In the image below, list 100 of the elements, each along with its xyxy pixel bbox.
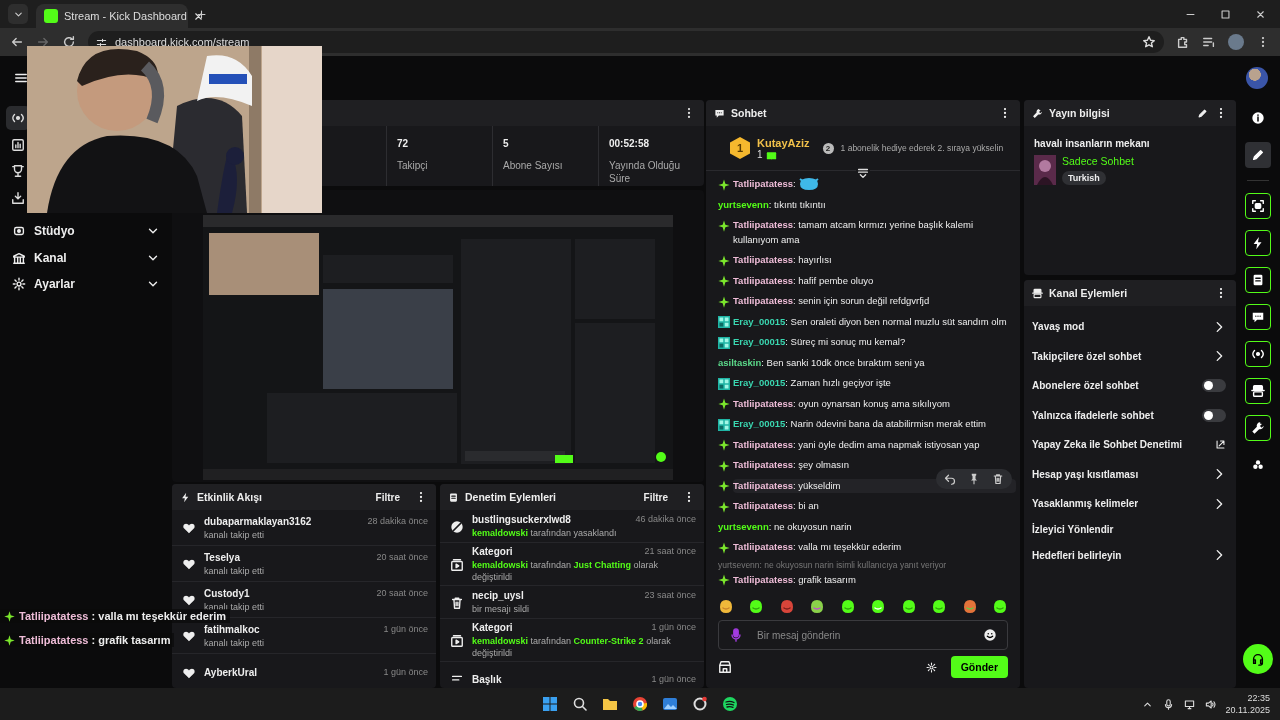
- emoji-icon[interactable]: [983, 628, 997, 642]
- emote-icon[interactable]: [718, 598, 734, 614]
- profile-avatar[interactable]: [1228, 34, 1244, 50]
- emote-icon[interactable]: [839, 598, 856, 614]
- sparkle-badge-icon: [718, 275, 730, 287]
- leader-name[interactable]: KutayAziz: [757, 136, 810, 149]
- maximize-icon[interactable]: [1220, 8, 1231, 20]
- emote-icon[interactable]: [748, 598, 765, 614]
- event-user[interactable]: AyberkUral: [204, 667, 257, 678]
- message-box[interactable]: Bir mesaj gönderin: [718, 620, 1008, 650]
- reload-icon[interactable]: [62, 35, 76, 49]
- emote-icon[interactable]: [870, 598, 887, 614]
- user-avatar[interactable]: [1246, 67, 1268, 89]
- settings-icon[interactable]: [925, 661, 937, 673]
- username-link[interactable]: Tatliipatatess: [733, 479, 793, 491]
- tool-button[interactable]: [1245, 142, 1271, 168]
- microphone-icon[interactable]: [1162, 698, 1174, 710]
- username-link[interactable]: Tatliipatatess: [733, 438, 793, 450]
- monitor-icon[interactable]: [1183, 698, 1195, 710]
- tool-button[interactable]: [1245, 267, 1271, 293]
- search-icon[interactable]: [572, 696, 588, 712]
- channel-action[interactable]: Hedefleri belirleyin: [1032, 549, 1212, 561]
- channel-action[interactable]: Yapay Zeka ile Sohbet Denetimi: [1032, 439, 1215, 451]
- username-link[interactable]: yurtsevenn: [718, 520, 769, 532]
- message-field[interactable]: Bir mesaj gönderin: [755, 628, 971, 642]
- browser-icon[interactable]: [632, 696, 648, 712]
- username-link[interactable]: Tatliipatatess: [733, 178, 793, 189]
- layout-icon: [1032, 287, 1043, 299]
- username-link[interactable]: Tatliipatatess: [733, 274, 793, 286]
- star-icon[interactable]: [1142, 35, 1156, 49]
- forward-icon[interactable]: [36, 35, 50, 49]
- event-user[interactable]: Teselya: [204, 551, 240, 563]
- channel-action[interactable]: Yavaş mod: [1032, 321, 1212, 333]
- username-link[interactable]: Tatliipatatess: [733, 573, 793, 585]
- menu-icon[interactable]: [14, 71, 28, 85]
- username-link[interactable]: Tatliipatatess: [733, 295, 793, 306]
- username-link[interactable]: Tatliipatatess: [733, 397, 793, 409]
- nav-button[interactable]: [6, 106, 30, 130]
- pin-icon[interactable]: [968, 473, 980, 486]
- channel-action[interactable]: Yalnızca ifadelerle sohbet: [1032, 409, 1202, 421]
- sidebar-menu-item[interactable]: Ayarlar: [6, 271, 166, 298]
- channel-action[interactable]: Yasaklanmış kelimeler: [1032, 498, 1212, 510]
- tool-button[interactable]: [1245, 193, 1271, 219]
- tool-button[interactable]: [1245, 378, 1271, 404]
- emote-icon[interactable]: [931, 598, 948, 614]
- channel-action[interactable]: Abonelere özel sohbet: [1032, 380, 1202, 392]
- emote-icon[interactable]: [809, 598, 826, 614]
- speaker-icon[interactable]: [1204, 698, 1216, 710]
- send-button[interactable]: Gönder: [950, 656, 1008, 678]
- username-link[interactable]: Tatliipatatess: [733, 254, 793, 265]
- event-user[interactable]: dubaparmaklayan3162: [204, 515, 312, 527]
- filter-button[interactable]: Filtre: [643, 491, 668, 503]
- store-icon[interactable]: [718, 660, 732, 674]
- username-link[interactable]: Tatliipatatess: [733, 541, 793, 552]
- filter-button[interactable]: Filtre: [375, 491, 400, 503]
- emote-icon[interactable]: [991, 598, 1008, 614]
- username-link[interactable]: Tatliipatatess: [733, 219, 793, 230]
- sidebar-menu-item[interactable]: Stüdyo: [6, 218, 166, 245]
- pencil-icon[interactable]: [1197, 107, 1208, 119]
- username-link[interactable]: yurtsevenn: [718, 198, 769, 210]
- sparkle-badge-icon: [718, 295, 730, 308]
- windows-icon[interactable]: [542, 696, 558, 712]
- toggle-switch[interactable]: [1202, 408, 1226, 422]
- address-field[interactable]: dashboard.kick.com/stream: [88, 31, 1164, 53]
- pencil-icon: [1251, 148, 1265, 162]
- sidebar-menu-item[interactable]: Kanal: [6, 244, 166, 271]
- photos-icon[interactable]: [662, 696, 678, 712]
- channel-action[interactable]: Hesap yaşı kısıtlaması: [1032, 468, 1212, 480]
- category-link[interactable]: Sadece Sohbet: [1062, 155, 1134, 167]
- tab-search-button[interactable]: [8, 4, 28, 24]
- event-user[interactable]: fatihmalkoc: [204, 623, 260, 635]
- channel-action[interactable]: Takipçilere özel sohbet: [1032, 350, 1212, 362]
- media-icon[interactable]: [1202, 35, 1216, 49]
- pixel-badge-icon: [718, 316, 730, 328]
- extensions-icon[interactable]: [1176, 35, 1190, 49]
- ring-icon[interactable]: [692, 696, 708, 712]
- bolt-icon: [180, 491, 191, 503]
- clock[interactable]: 22:35 20.11.2025: [1225, 692, 1270, 716]
- collapse-icon[interactable]: [856, 166, 870, 180]
- channel-action[interactable]: İzleyici Yönlendir: [1032, 524, 1226, 535]
- tool-button[interactable]: [1245, 341, 1271, 367]
- trash-icon[interactable]: [992, 473, 1004, 486]
- event-user[interactable]: Custody1: [204, 587, 250, 599]
- sparkle-badge-icon: [718, 500, 730, 513]
- toggle-switch[interactable]: [1202, 379, 1226, 393]
- tool-button[interactable]: [1245, 230, 1271, 256]
- emote-icon[interactable]: [900, 598, 917, 614]
- reply-icon[interactable]: [944, 473, 956, 486]
- support-button[interactable]: [1243, 644, 1273, 674]
- sparkle-badge-icon: [4, 610, 15, 622]
- folder-icon[interactable]: [602, 696, 618, 712]
- tool-button[interactable]: [1245, 415, 1271, 441]
- waves-icon[interactable]: [722, 696, 738, 712]
- chat-message: Tatliipatatess: tamam atcam kırmızı yerine başlık kalemi kullanıyom ama: [733, 218, 975, 247]
- username-link[interactable]: Tatliipatatess: [733, 459, 793, 470]
- back-icon[interactable]: [10, 35, 24, 49]
- emote-icon[interactable]: [961, 598, 978, 614]
- username-link[interactable]: Tatliipatatess: [733, 500, 793, 511]
- tool-button[interactable]: [1245, 304, 1271, 330]
- reply-context: yurtsevenn: ne okuyosun narin isimli kullanıcıya yanıt veriyor: [717, 558, 948, 570]
